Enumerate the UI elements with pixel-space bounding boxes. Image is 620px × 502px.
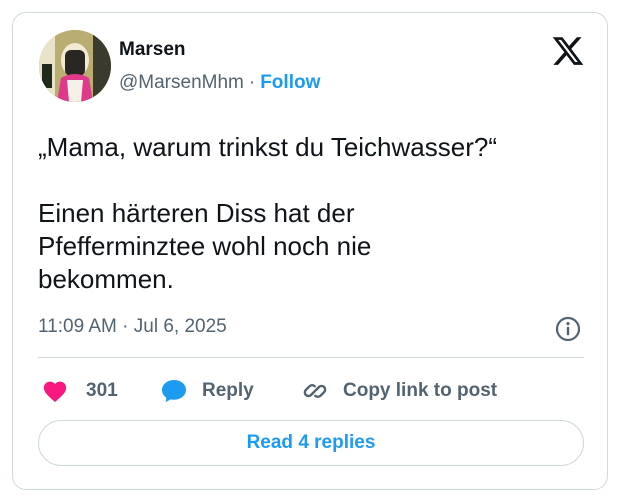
tweet-text: „Mama, warum trinkst du Teichwasser?“ Ei… (38, 132, 497, 294)
heart-icon (43, 381, 67, 403)
author-handle-row: @MarsenMhm · Follow (119, 72, 320, 94)
follow-link[interactable]: Follow (260, 72, 320, 93)
copy-link-label: Copy link to post (343, 380, 498, 401)
avatar-image (39, 30, 111, 102)
reply-label: Reply (202, 380, 254, 401)
info-icon[interactable] (554, 315, 582, 343)
author-handle[interactable]: @MarsenMhm (119, 72, 244, 93)
author-name[interactable]: Marsen (119, 39, 186, 61)
copy-link-button[interactable]: Copy link to post (301, 373, 497, 409)
tweet-timestamp[interactable]: 11:09 AM · Jul 6, 2025 (38, 316, 227, 338)
speech-bubble-icon (162, 380, 186, 402)
x-logo-icon[interactable] (550, 34, 586, 68)
read-replies-label: Read 4 replies (246, 432, 376, 453)
like-button[interactable]: 301 (42, 373, 118, 409)
reply-button[interactable]: Reply (160, 373, 254, 409)
read-replies-button[interactable]: Read 4 replies (38, 420, 584, 466)
like-count: 301 (86, 380, 118, 401)
link-icon (303, 383, 327, 399)
avatar[interactable] (39, 30, 111, 102)
tweet-card: Marsen @MarsenMhm · Follow „Mama, warum tr… (12, 12, 608, 490)
divider (38, 357, 584, 358)
handle-separator: · (248, 72, 256, 93)
